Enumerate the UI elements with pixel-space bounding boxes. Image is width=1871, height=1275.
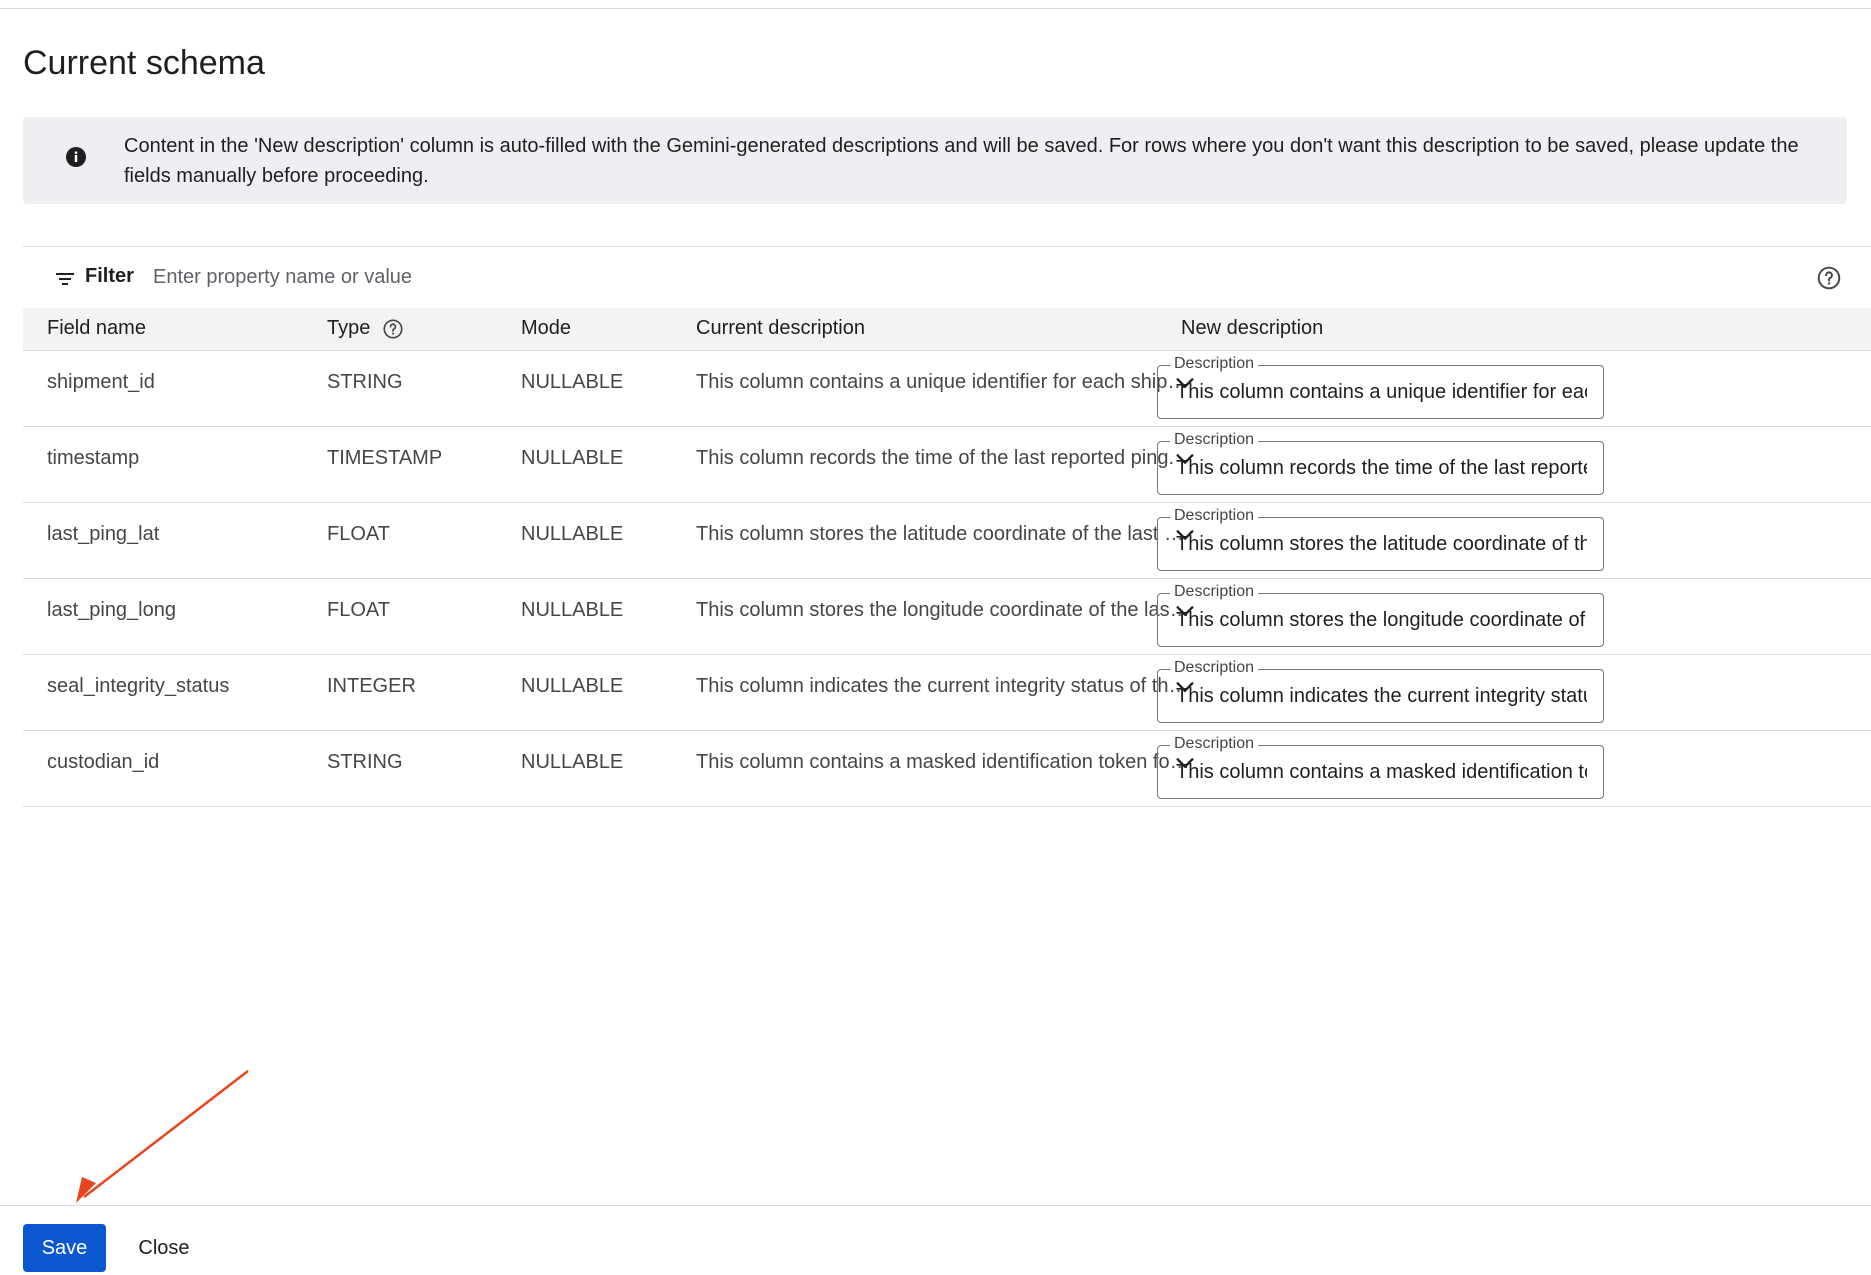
cell-field-name: shipment_id bbox=[23, 350, 303, 427]
current-description-text: This column records the time of the last… bbox=[696, 446, 1175, 469]
table-row: last_ping_lat FLOAT NULLABLE This column… bbox=[23, 502, 1871, 579]
cell-mode: NULLABLE bbox=[497, 502, 672, 579]
description-input[interactable] bbox=[1174, 453, 1589, 484]
cell-mode: NULLABLE bbox=[497, 578, 672, 655]
description-field-label: Description bbox=[1170, 430, 1259, 449]
description-field[interactable]: Description bbox=[1157, 734, 1604, 799]
description-field-label: Description bbox=[1170, 582, 1259, 601]
info-banner: Content in the 'New description' column … bbox=[23, 117, 1847, 204]
header-current-description[interactable]: Current description bbox=[672, 308, 1157, 351]
current-description-text: This column indicates the current integr… bbox=[696, 674, 1191, 697]
info-icon bbox=[64, 145, 88, 169]
cell-mode: NULLABLE bbox=[497, 730, 672, 807]
save-button[interactable]: Save bbox=[23, 1224, 106, 1272]
cell-current-description: This column records the time of the last… bbox=[672, 426, 1194, 503]
filter-bar: Filter bbox=[23, 246, 1871, 308]
description-input[interactable] bbox=[1174, 529, 1589, 560]
cell-new-description: Description bbox=[1157, 350, 1871, 427]
current-description-text: This column stores the latitude coordina… bbox=[696, 522, 1191, 545]
table-row: seal_integrity_status INTEGER NULLABLE T… bbox=[23, 654, 1871, 731]
close-button[interactable]: Close bbox=[120, 1224, 208, 1272]
annotation-arrow-icon bbox=[76, 1070, 249, 1203]
filter-label[interactable]: Filter bbox=[85, 265, 134, 288]
top-divider bbox=[0, 8, 1871, 9]
description-field[interactable]: Description bbox=[1157, 506, 1604, 571]
cell-field-name: custodian_id bbox=[23, 730, 303, 807]
cell-type: FLOAT bbox=[303, 502, 497, 579]
type-help-icon[interactable] bbox=[382, 318, 404, 340]
cell-field-name: last_ping_lat bbox=[23, 502, 303, 579]
description-field-label: Description bbox=[1170, 354, 1259, 373]
table-row: shipment_id STRING NULLABLE This column … bbox=[23, 350, 1871, 427]
description-input[interactable] bbox=[1174, 605, 1589, 636]
description-field-label: Description bbox=[1170, 658, 1259, 677]
table-row: custodian_id STRING NULLABLE This column… bbox=[23, 730, 1871, 807]
cell-type: STRING bbox=[303, 350, 497, 427]
current-description-text: This column contains a unique identifier… bbox=[696, 370, 1191, 393]
cell-new-description: Description bbox=[1157, 502, 1871, 579]
cell-field-name: timestamp bbox=[23, 426, 303, 503]
table-row: timestamp TIMESTAMP NULLABLE This column… bbox=[23, 426, 1871, 503]
description-input[interactable] bbox=[1174, 377, 1589, 408]
description-field[interactable]: Description bbox=[1157, 430, 1604, 495]
table-row: last_ping_long FLOAT NULLABLE This colum… bbox=[23, 578, 1871, 655]
cell-type: INTEGER bbox=[303, 654, 497, 731]
header-mode[interactable]: Mode bbox=[497, 308, 672, 351]
cell-new-description: Description bbox=[1157, 578, 1871, 655]
cell-mode: NULLABLE bbox=[497, 350, 672, 427]
header-type[interactable]: Type bbox=[303, 308, 497, 351]
info-banner-text: Content in the 'New description' column … bbox=[124, 135, 1799, 187]
table-header-row: Field name Type Mode Current description… bbox=[23, 308, 1871, 351]
current-description-text: This column contains a masked identifica… bbox=[696, 750, 1191, 773]
description-field-label: Description bbox=[1170, 734, 1259, 753]
cell-mode: NULLABLE bbox=[497, 654, 672, 731]
header-type-label: Type bbox=[327, 317, 371, 340]
cell-type: FLOAT bbox=[303, 578, 497, 655]
cell-field-name: last_ping_long bbox=[23, 578, 303, 655]
help-icon[interactable] bbox=[1816, 265, 1842, 291]
current-description-text: This column stores the longitude coordin… bbox=[696, 598, 1191, 621]
filter-icon[interactable] bbox=[53, 267, 77, 291]
cell-new-description: Description bbox=[1157, 654, 1871, 731]
cell-type: STRING bbox=[303, 730, 497, 807]
page-title: Current schema bbox=[23, 44, 265, 82]
cell-current-description: This column stores the longitude coordin… bbox=[672, 578, 1194, 655]
description-field[interactable]: Description bbox=[1157, 658, 1604, 723]
header-field-name[interactable]: Field name bbox=[23, 308, 303, 351]
description-field[interactable]: Description bbox=[1157, 354, 1604, 419]
schema-table: Field name Type Mode Current description… bbox=[23, 308, 1871, 807]
description-field-label: Description bbox=[1170, 506, 1259, 525]
cell-new-description: Description bbox=[1157, 426, 1871, 503]
filter-input[interactable] bbox=[151, 259, 1651, 295]
footer-divider bbox=[0, 1205, 1871, 1206]
cell-new-description: Description bbox=[1157, 730, 1871, 807]
cell-field-name: seal_integrity_status bbox=[23, 654, 303, 731]
cell-current-description: This column stores the latitude coordina… bbox=[672, 502, 1194, 579]
description-field[interactable]: Description bbox=[1157, 582, 1604, 647]
cell-current-description: This column indicates the current integr… bbox=[672, 654, 1194, 731]
cell-type: TIMESTAMP bbox=[303, 426, 497, 503]
description-input[interactable] bbox=[1174, 757, 1589, 788]
cell-mode: NULLABLE bbox=[497, 426, 672, 503]
description-input[interactable] bbox=[1174, 681, 1589, 712]
header-new-description[interactable]: New description bbox=[1157, 308, 1871, 351]
cell-current-description: This column contains a unique identifier… bbox=[672, 350, 1194, 427]
cell-current-description: This column contains a masked identifica… bbox=[672, 730, 1194, 807]
